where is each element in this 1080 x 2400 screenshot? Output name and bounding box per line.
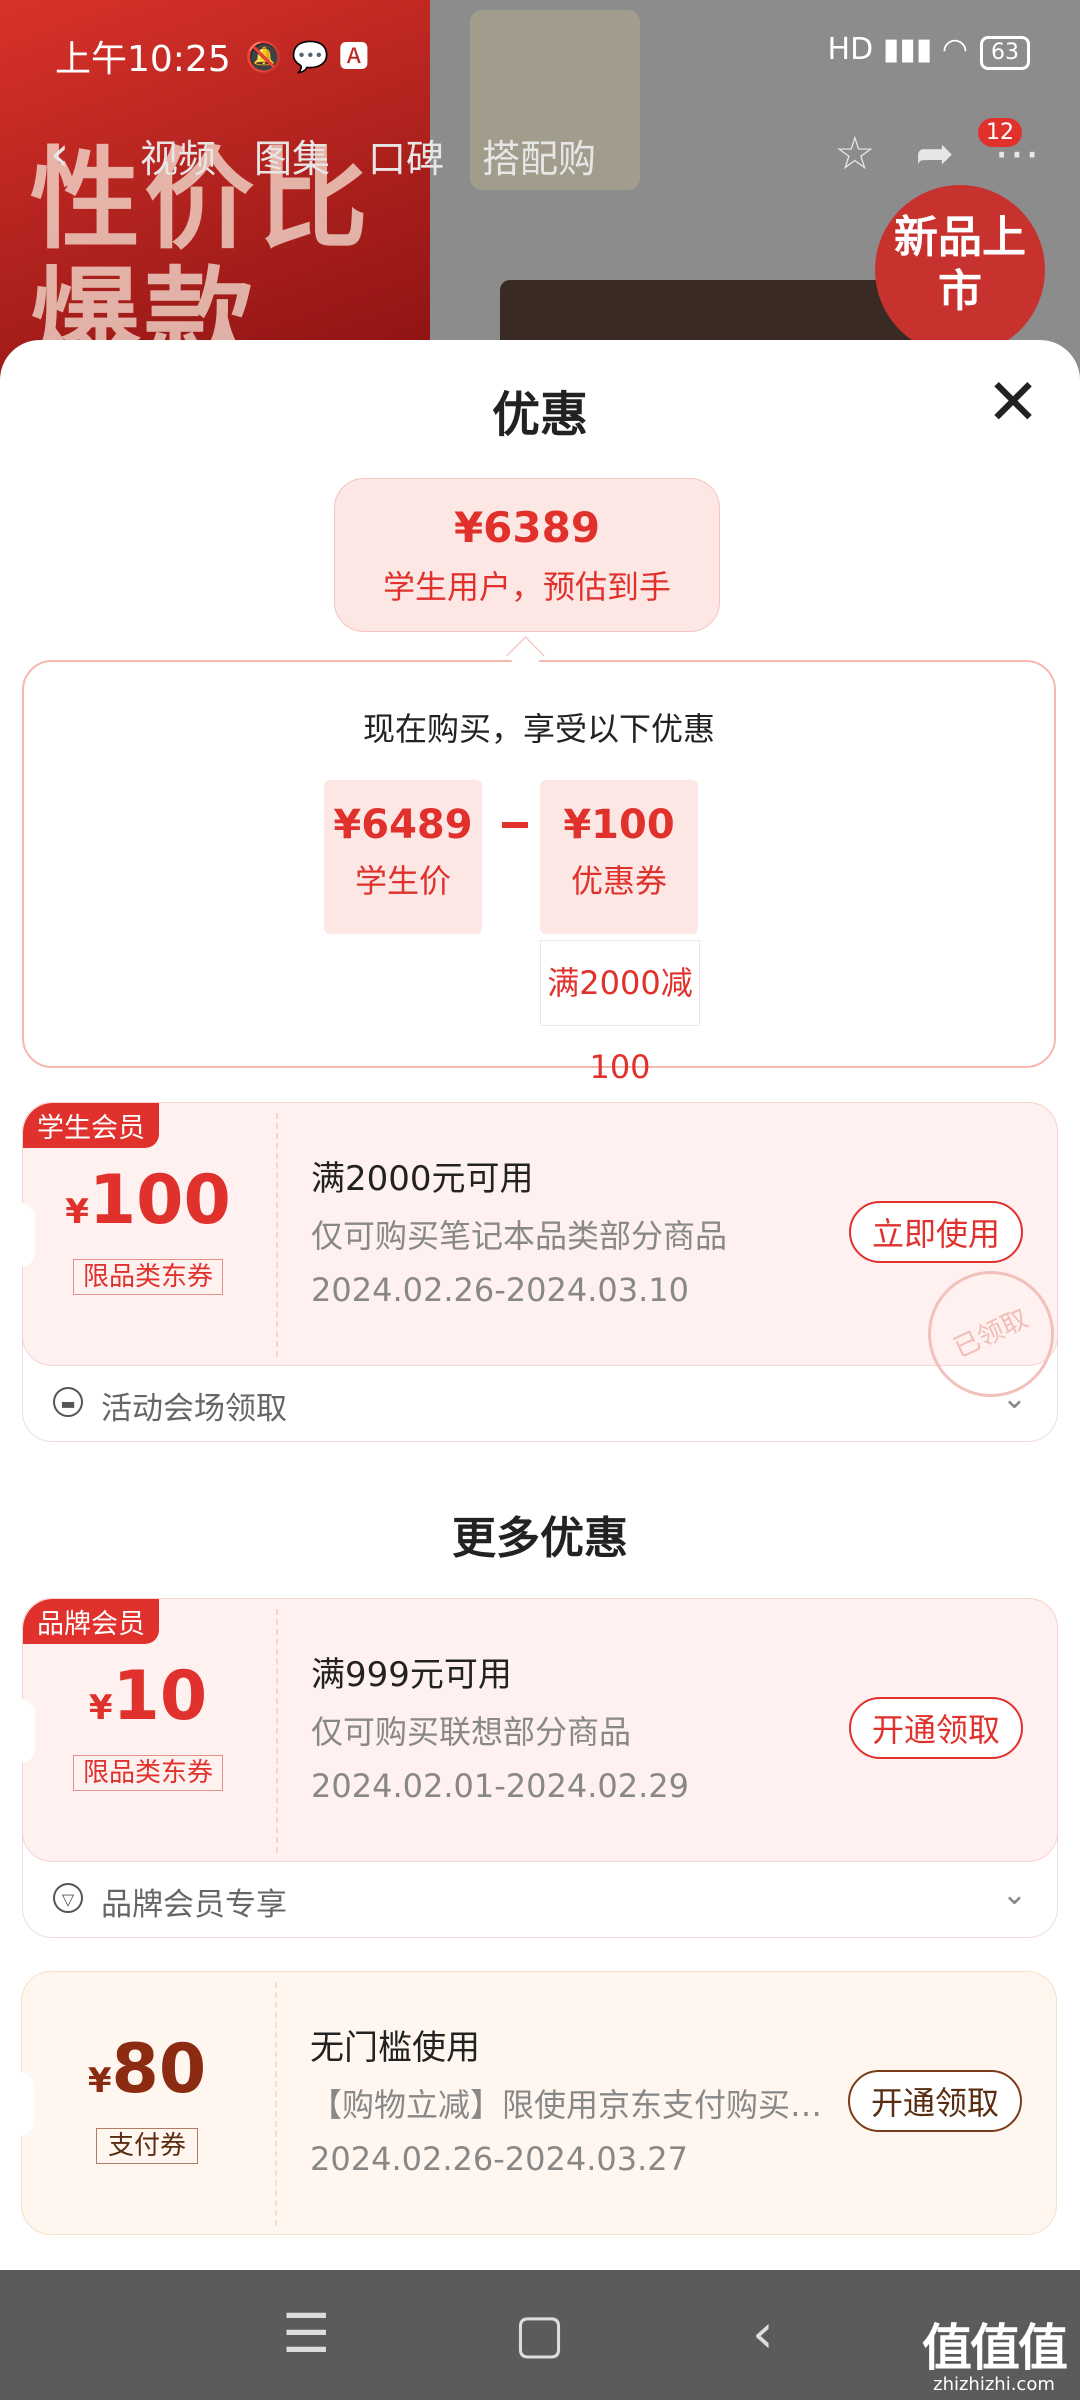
system-icons: HD ▮▮▮ ◠ 63	[828, 32, 1030, 70]
coupon-amount: ¥100	[23, 1161, 273, 1240]
wechat-icon: 💬	[291, 40, 330, 75]
coupon-body: 学生会员 ¥100 限品类东券 满2000元可用 仅可购买笔记本品类部分商品 2…	[21, 1102, 1075, 1418]
close-icon[interactable]: ✕	[978, 368, 1048, 438]
currency-symbol: ¥	[88, 1688, 113, 1728]
back-arrow-icon[interactable]: ‹	[50, 126, 69, 182]
coupon-footer-text: 活动会场领取	[101, 1391, 287, 1427]
coupon-amount-value: 10	[112, 1657, 208, 1736]
coupon-tag: 品牌会员	[23, 1599, 159, 1644]
coupon-discount-value: ¥100	[563, 802, 675, 848]
coupon-date: 2024.02.26-2024.03.27	[310, 2140, 688, 2178]
open-and-claim-button[interactable]: 开通领取	[848, 2070, 1022, 2132]
coupon-type: 限品类东券	[73, 1755, 223, 1791]
message-count-badge: 12	[978, 118, 1022, 147]
coupon-amount: ¥10	[23, 1657, 273, 1736]
coupon-discount-box: ¥100 优惠券	[540, 780, 698, 934]
coupon-subtitle: 仅可购买笔记本品类部分商品	[311, 1217, 728, 1255]
coupon-subtitle: 仅可购买联想部分商品	[311, 1713, 632, 1751]
sheet-title: 优惠	[491, 387, 588, 443]
coupon-type: 限品类东券	[73, 1259, 223, 1295]
coupon-footer[interactable]: ▬ 活动会场领取 ⌄	[23, 1367, 1057, 1441]
more-discounts-title: 更多优惠	[452, 1513, 628, 1564]
student-price-value: ¥6489	[333, 802, 473, 848]
coupon-title: 满2000元可用	[311, 1159, 534, 1199]
coupon-subtitle: 【购物立减】限使用京东支付购买指定商品	[310, 2086, 830, 2124]
home-square-icon[interactable]: ▢	[514, 2302, 565, 2365]
coupon-discount-label: 优惠券	[570, 862, 667, 900]
estimated-price: ¥6389	[453, 503, 601, 552]
student-price-box: ¥6489 学生价	[324, 780, 482, 934]
back-icon[interactable]: ‹	[752, 2302, 774, 2365]
alipay-icon: 🅰	[338, 40, 369, 75]
status-bar: 上午10:25 🔕 💬 🅰 HD ▮▮▮ ◠ 63	[0, 0, 1080, 110]
coupon-footer-text: 品牌会员专享	[101, 1887, 287, 1923]
coupon-amount-value: 100	[88, 1161, 231, 1240]
coupon-tag: 学生会员	[23, 1103, 159, 1148]
notification-icons: 🔕 💬 🅰	[245, 32, 369, 76]
open-and-claim-button[interactable]: 开通领取	[849, 1697, 1023, 1759]
student-price-label: 学生价	[354, 862, 451, 900]
payment-coupon-card: ¥80 支付券 无门槛使用 【购物立减】限使用京东支付购买指定商品 2024.0…	[20, 1971, 1058, 2238]
battery-icon: 63	[980, 36, 1030, 70]
watermark: 值值值 zhizhizhi.com	[922, 2308, 1068, 2395]
brand-coupon-card: 品牌会员 ¥10 限品类东券 满999元可用 仅可购买联想部分商品 2024.0…	[21, 1598, 1058, 1938]
currency-symbol: ¥	[87, 2061, 112, 2101]
tab-video[interactable]: 视频	[140, 137, 216, 181]
coupon-condition: 满2000减100	[540, 940, 700, 1086]
network-type: HD	[827, 32, 874, 67]
menu-icon[interactable]: ☰	[282, 2302, 330, 2365]
coupon-amount-value: 80	[111, 2030, 207, 2109]
coupon-footer[interactable]: ▽ 品牌会员专享 ⌄	[23, 1863, 1057, 1937]
coupon-date: 2024.02.01-2024.02.29	[311, 1767, 689, 1805]
new-product-badge-text: 新品上市	[894, 212, 1026, 317]
watermark-url: zhizhizhi.com	[933, 2374, 1055, 2395]
coupon-date: 2024.02.26-2024.03.10	[311, 1271, 689, 1309]
product-top-nav: ‹ 视频 图集 口碑 搭配购 ☆ ➦ ⋯ 12	[0, 118, 1080, 190]
wifi-icon: ◠	[941, 32, 968, 67]
discount-bottom-sheet: 优惠 ✕ ¥6389 学生用户，预估到手 现在购买，享受以下优惠 ¥6489 学…	[0, 340, 1080, 2270]
estimated-price-box: ¥6389 学生用户，预估到手	[334, 478, 720, 632]
minus-sign	[502, 822, 528, 828]
coupon-divider	[276, 1113, 278, 1357]
coupon-title: 满999元可用	[311, 1655, 512, 1695]
coupon-amount: ¥80	[22, 2030, 272, 2109]
watermark-logo: 值值值	[922, 2319, 1068, 2377]
new-product-badge: 新品上市	[875, 185, 1045, 355]
student-coupon-card: 学生会员 ¥100 限品类东券 满2000元可用 仅可购买笔记本品类部分商品 2…	[21, 1102, 1075, 1442]
discount-calculation-panel: 现在购买，享受以下优惠 ¥6489 学生价 ¥100 优惠券 满2000减100	[22, 660, 1056, 1086]
coupon-body: ¥80 支付券 无门槛使用 【购物立减】限使用京东支付购买指定商品 2024.0…	[20, 1971, 1057, 2235]
chevron-down-icon[interactable]: ⌄	[1002, 1877, 1027, 1912]
status-time: 上午10:25	[55, 39, 231, 80]
coupon-divider	[276, 1609, 278, 1853]
product-tabs: 视频 图集 口碑 搭配购	[140, 128, 634, 183]
coupon-type: 支付券	[96, 2128, 198, 2164]
tab-bundle[interactable]: 搭配购	[482, 137, 596, 181]
top-nav-actions: ☆ ➦ ⋯ 12	[794, 118, 1040, 180]
favorite-star-icon[interactable]: ☆	[834, 126, 875, 180]
tab-gallery[interactable]: 图集	[254, 137, 330, 181]
ticket-icon: ▬	[53, 1387, 83, 1417]
chevron-down-icon[interactable]: ⌄	[1002, 1381, 1027, 1416]
estimated-price-label: 学生用户，预估到手	[382, 568, 671, 606]
brand-member-icon: ▽	[53, 1883, 83, 1913]
tab-reviews[interactable]: 口碑	[368, 137, 444, 181]
coupon-title: 无门槛使用	[310, 2028, 480, 2068]
mute-icon: 🔕	[245, 40, 283, 75]
system-navigation-bar: ☰ ▢ ‹	[0, 2270, 1080, 2400]
signal-icon: ▮▮▮	[882, 32, 933, 67]
share-icon[interactable]: ➦	[915, 126, 954, 180]
use-now-button[interactable]: 立即使用	[849, 1201, 1023, 1263]
coupon-body: 品牌会员 ¥10 限品类东券 满999元可用 仅可购买联想部分商品 2024.0…	[21, 1598, 1058, 1862]
calc-title: 现在购买，享受以下优惠	[362, 710, 715, 748]
coupon-divider	[275, 1982, 277, 2226]
currency-symbol: ¥	[65, 1192, 89, 1232]
